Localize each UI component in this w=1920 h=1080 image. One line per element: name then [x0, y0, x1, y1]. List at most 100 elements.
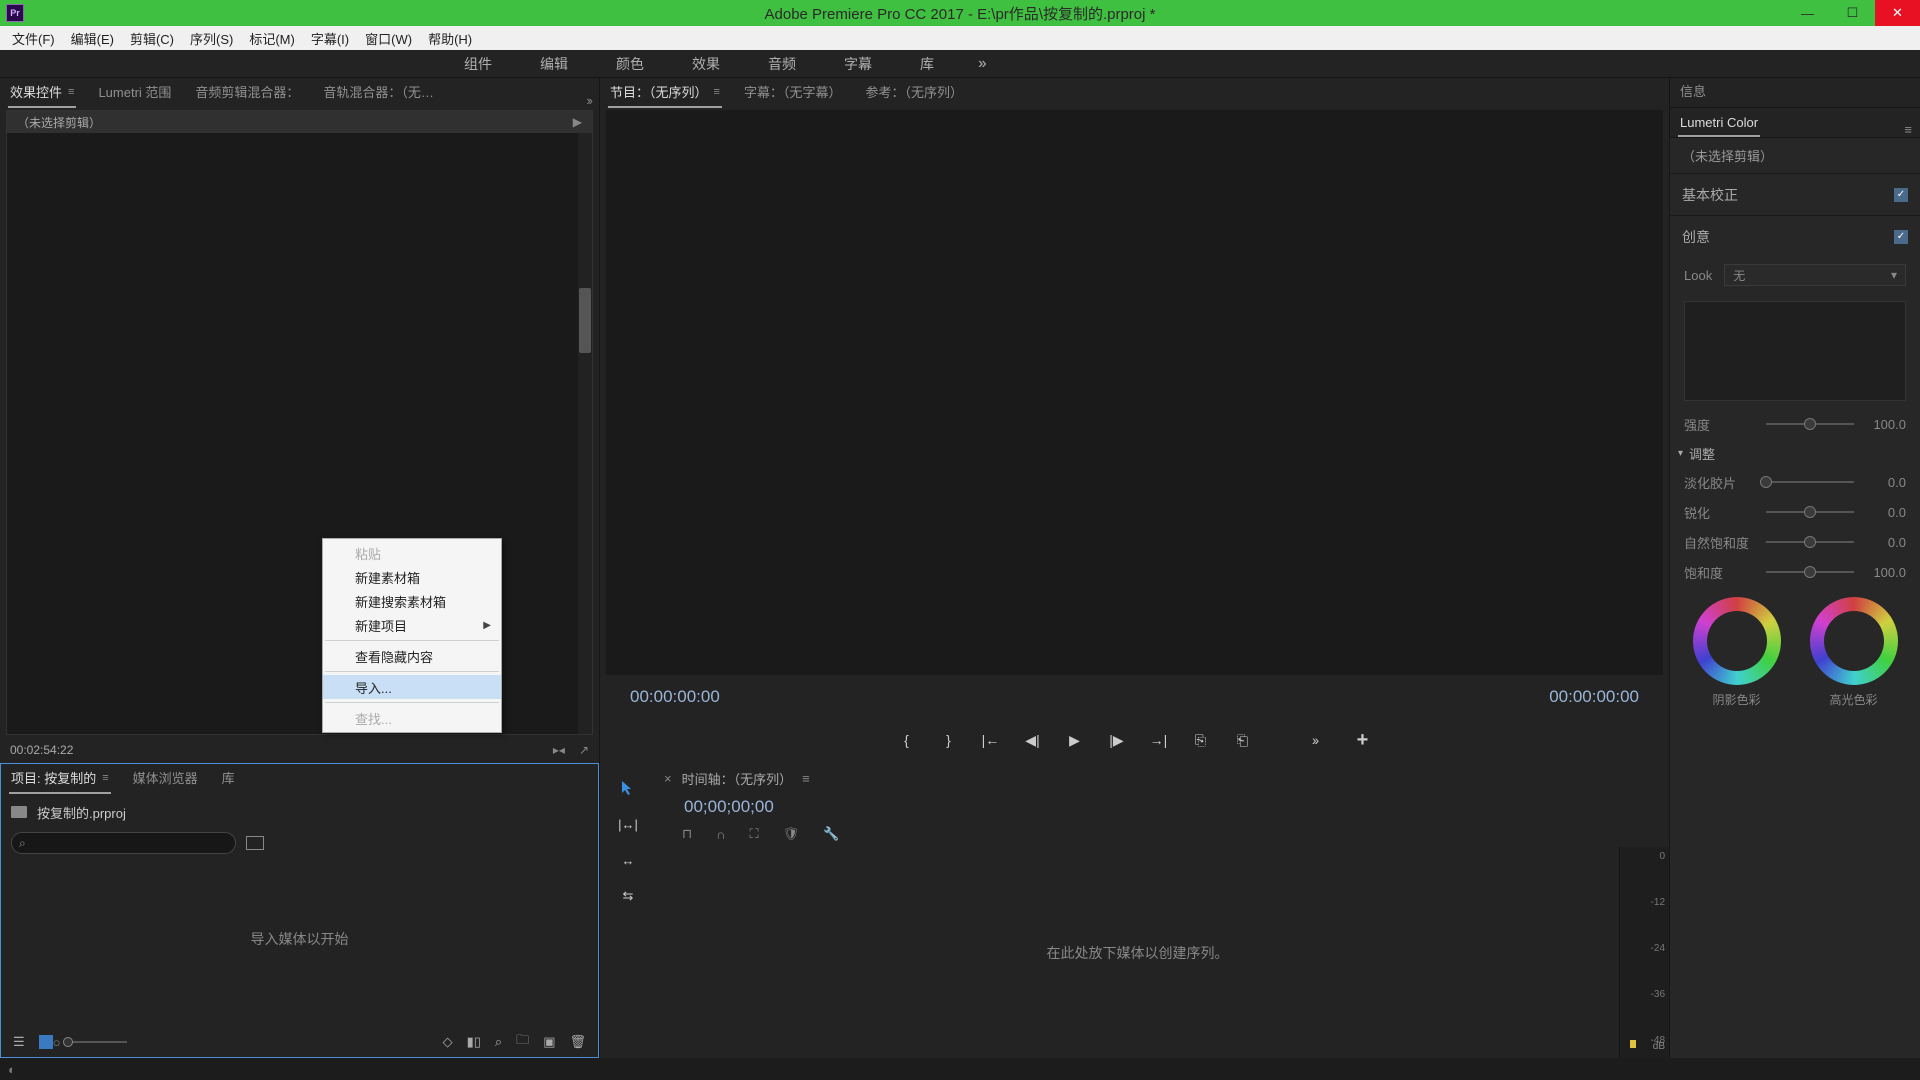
step-forward-icon[interactable]: |▶ — [1108, 731, 1126, 749]
slider-track[interactable] — [1766, 511, 1854, 513]
list-view-icon[interactable]: ☰ — [13, 1034, 25, 1050]
lift-icon[interactable]: ⎘ — [1192, 731, 1210, 749]
timeline-timecode[interactable]: 00;00;00;00 — [656, 793, 1669, 821]
sync-settings-icon[interactable]: ◐ — [8, 1062, 16, 1077]
look-dropdown[interactable]: 无▾ — [1724, 264, 1906, 286]
tab-effect-controls[interactable]: 效果控件≡ — [8, 77, 76, 108]
workspace-color[interactable]: 颜色 — [592, 50, 668, 78]
play-icon[interactable]: ▶ — [1066, 731, 1084, 749]
delete-icon[interactable]: 🗑 — [569, 1034, 586, 1050]
tab-program[interactable]: 节目：（无序列）≡ — [608, 77, 722, 108]
panel-menu-icon[interactable]: ≡ — [802, 771, 810, 786]
panel-menu-icon[interactable]: ≡ — [68, 86, 74, 98]
tab-audio-track-mixer[interactable]: 音轨混合器：（无… — [321, 77, 436, 108]
checkbox-icon[interactable]: ✓ — [1894, 188, 1908, 202]
menu-clip[interactable]: 剪辑(C) — [122, 27, 182, 50]
automate-icon[interactable]: ▮▯ — [467, 1034, 481, 1050]
menu-edit[interactable]: 编辑(E) — [63, 27, 122, 50]
slider-track[interactable] — [1766, 541, 1854, 543]
new-search-bin-icon[interactable] — [246, 836, 264, 850]
panel-menu-icon[interactable]: ≡ — [1904, 122, 1912, 137]
tab-info[interactable]: 信息 — [1678, 76, 1708, 107]
mark-out-icon[interactable]: } — [940, 731, 958, 749]
lumetri-creative-section[interactable]: 创意✓ — [1670, 215, 1920, 257]
timeline-tab[interactable]: 时间轴：（无序列） — [682, 769, 793, 788]
marker-icon[interactable]: 🛡 — [783, 826, 800, 842]
menu-title[interactable]: 字幕(I) — [303, 27, 357, 50]
context-menu-item[interactable]: 查看隐藏内容 — [323, 644, 501, 668]
playhead-only-icon[interactable]: ▸◂ — [553, 743, 565, 757]
slider-value[interactable]: 100.0 — [1864, 565, 1906, 580]
close-timeline-icon[interactable]: × — [664, 771, 672, 786]
tab-captions[interactable]: 字幕：（无字幕） — [742, 77, 844, 108]
slider-value[interactable]: 0.0 — [1864, 475, 1906, 490]
tab-audio-clip-mixer[interactable]: 音频剪辑混合器： — [193, 77, 301, 108]
tab-project[interactable]: 项目: 按复制的≡ — [9, 763, 111, 794]
tab-media-browser[interactable]: 媒体浏览器 — [131, 763, 200, 794]
intensity-slider[interactable] — [1766, 423, 1854, 425]
adjust-section[interactable]: ▾调整 — [1670, 439, 1920, 467]
checkbox-icon[interactable]: ✓ — [1894, 230, 1908, 244]
zoom-slider[interactable]: ○ — [67, 1041, 127, 1043]
menu-window[interactable]: 窗口(W) — [357, 27, 420, 50]
play-indicator-icon[interactable]: ▶ — [573, 115, 582, 129]
menu-help[interactable]: 帮助(H) — [420, 27, 480, 50]
tab-reference[interactable]: 参考：（无序列） — [863, 77, 965, 108]
highlight-tint-wheel[interactable] — [1810, 597, 1898, 685]
tabs-overflow-icon[interactable]: ›› — [586, 93, 591, 108]
new-bin-icon[interactable]: 🗀 — [516, 1031, 529, 1053]
extract-icon[interactable]: ⎗ — [1234, 731, 1252, 749]
workspace-overflow-icon[interactable]: ›› — [978, 55, 985, 73]
icon-view-icon[interactable] — [39, 1035, 53, 1049]
maximize-button[interactable]: ☐ — [1830, 0, 1875, 26]
new-item-icon[interactable]: ▣ — [543, 1034, 555, 1050]
minimize-button[interactable]: — — [1785, 0, 1830, 26]
track-select-tool-icon[interactable]: |↔| — [617, 813, 639, 835]
go-to-out-icon[interactable]: →| — [1150, 731, 1168, 749]
shadow-tint-wheel[interactable] — [1693, 597, 1781, 685]
controls-overflow-icon[interactable]: ›› — [1306, 731, 1324, 749]
menu-file[interactable]: 文件(F) — [4, 27, 63, 50]
context-menu-item[interactable]: 导入... — [323, 675, 501, 699]
tab-lumetri-scopes[interactable]: Lumetri 范围 — [96, 77, 173, 108]
settings-icon[interactable]: 🔧 — [823, 826, 839, 842]
intensity-value[interactable]: 100.0 — [1864, 417, 1906, 432]
step-back-icon[interactable]: ◀| — [1024, 731, 1042, 749]
tab-lumetri-color[interactable]: Lumetri Color — [1678, 110, 1760, 137]
slider-track[interactable] — [1766, 571, 1854, 573]
snap-icon[interactable]: ∩ — [716, 827, 725, 842]
go-to-in-icon[interactable]: |← — [982, 731, 1000, 749]
workspace-libraries[interactable]: 库 — [896, 50, 958, 78]
find-icon[interactable]: ⌕ — [495, 1034, 502, 1050]
workspace-titles[interactable]: 字幕 — [820, 50, 896, 78]
scrollbar[interactable] — [578, 133, 592, 734]
mark-in-icon[interactable]: { — [898, 731, 916, 749]
timeline-drop-area[interactable]: 在此处放下媒体以创建序列。 — [656, 847, 1619, 1058]
lumetri-basic-section[interactable]: 基本校正✓ — [1670, 173, 1920, 215]
context-menu-item[interactable]: 新建素材箱 — [323, 565, 501, 589]
workspace-assembly[interactable]: 组件 — [440, 50, 516, 78]
program-timecode-in[interactable]: 00:00:00:00 — [630, 687, 720, 707]
menu-sequence[interactable]: 序列(S) — [182, 27, 241, 50]
workspace-audio[interactable]: 音频 — [744, 50, 820, 78]
sort-icon[interactable]: ◇ — [443, 1034, 453, 1050]
slip-tool-icon[interactable]: ⇆ — [617, 885, 639, 907]
project-drop-area[interactable]: 导入媒体以开始 — [11, 856, 588, 1021]
close-button[interactable]: ✕ — [1875, 0, 1920, 26]
context-menu-item[interactable]: 新建项目▶ — [323, 613, 501, 637]
slider-value[interactable]: 0.0 — [1864, 505, 1906, 520]
ripple-edit-tool-icon[interactable]: ↔ — [617, 849, 639, 871]
scrollbar-thumb[interactable] — [579, 288, 591, 353]
export-frame-icon[interactable]: ↗ — [579, 743, 589, 757]
slider-track[interactable] — [1766, 481, 1854, 483]
project-search-input[interactable] — [11, 832, 236, 854]
selection-tool-icon[interactable] — [617, 777, 639, 799]
workspace-effects[interactable]: 效果 — [668, 50, 744, 78]
panel-menu-icon[interactable]: ≡ — [714, 86, 720, 98]
panel-menu-icon[interactable]: ≡ — [102, 772, 108, 784]
menu-markers[interactable]: 标记(M) — [241, 27, 303, 50]
context-menu-item[interactable]: 新建搜索素材箱 — [323, 589, 501, 613]
program-timecode-out[interactable]: 00:00:00:00 — [1549, 687, 1639, 707]
nested-seq-icon[interactable]: ⊓ — [682, 826, 692, 842]
button-editor-icon[interactable]: + — [1354, 731, 1372, 749]
